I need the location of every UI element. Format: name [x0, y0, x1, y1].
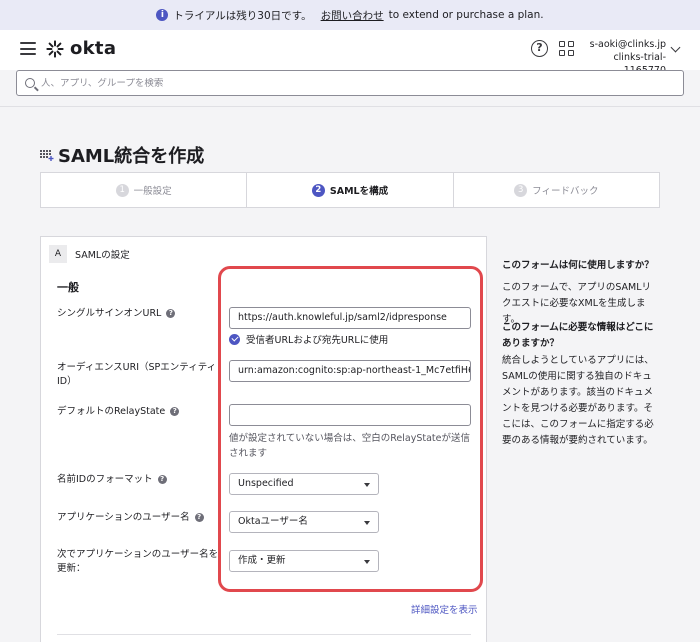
section-general: 一般 [57, 281, 79, 294]
banner-suffix: to extend or purchase a plan. [388, 9, 544, 21]
help-question-1: このフォームは何に使用しますか？ [502, 260, 654, 271]
help-icon[interactable]: ? [194, 513, 204, 522]
panel-header: A SAMLの設定 [49, 245, 130, 263]
page-title-row: SAML統合を作成 [40, 142, 204, 168]
panel-divider [57, 634, 471, 635]
okta-logo-text: okta [70, 38, 117, 59]
panel-title: SAMLの設定 [75, 250, 130, 261]
chevron-down-icon[interactable] [670, 42, 681, 53]
global-search[interactable] [16, 70, 684, 96]
step-number: 3 [514, 183, 528, 197]
step-label: フィードバック [532, 186, 599, 197]
update-username-label: 次でアプリケーションのユーザー名を更新： [57, 549, 219, 574]
help-icon[interactable]: ? [170, 407, 180, 416]
contact-link[interactable]: お問い合わせ [321, 8, 384, 23]
header-divider [0, 106, 700, 107]
app-username-label: アプリケーションのユーザー名? [57, 511, 204, 525]
search-icon [25, 78, 35, 88]
highlight-annotation [218, 266, 483, 592]
step-label: SAMLを構成 [329, 186, 389, 197]
step-label: 一般設定 [133, 186, 172, 197]
step-feedback[interactable]: 3 フィードバック [454, 173, 659, 207]
step-number: 1 [115, 183, 129, 197]
step-configure-saml[interactable]: 2 SAMLを構成 [247, 173, 454, 207]
help-icon[interactable]: ? [157, 475, 167, 484]
section-letter: A [49, 245, 67, 263]
user-email: s-aoki@clinks.jp [589, 39, 666, 50]
page-title: SAML統合を作成 [58, 146, 205, 167]
app-integration-icon [40, 150, 54, 161]
help-question-2: このフォームに必要な情報はどこにありますか？ [502, 322, 654, 349]
info-icon: i [156, 9, 169, 21]
search-input[interactable] [41, 77, 641, 89]
relay-state-label: デフォルトのRelayState? [57, 405, 180, 419]
okta-sunburst-icon [46, 39, 64, 58]
top-bar: okta ? s-aoki@clinks.jp clinks-trial-116… [0, 30, 700, 76]
wizard-steps: 1 一般設定 2 SAMLを構成 3 フィードバック [40, 172, 660, 208]
step-general[interactable]: 1 一般設定 [41, 173, 248, 207]
show-advanced-settings-link[interactable]: 詳細設定を表示 [411, 602, 478, 616]
help-answer-2: 統合しようとしているアプリには、SAMLの使用に関する独自のドキュメントがありま… [502, 355, 654, 446]
help-icon[interactable]: ? [166, 309, 176, 318]
audience-uri-label: オーディエンスURI（SPエンティティID） [57, 362, 217, 387]
app-grid-icon[interactable] [559, 41, 574, 56]
trial-banner: i トライアルは残り30日です。 お問い合わせ to extend or pur… [0, 0, 700, 30]
step-number: 2 [311, 183, 325, 197]
name-id-format-label: 名前IDのフォーマット? [57, 473, 167, 487]
banner-text: トライアルは残り30日です。 [173, 9, 312, 22]
sso-url-label: シングルサインオンURL? [57, 307, 176, 321]
help-icon[interactable]: ? [531, 40, 548, 57]
okta-logo[interactable]: okta [46, 38, 116, 59]
menu-icon[interactable] [20, 42, 36, 55]
